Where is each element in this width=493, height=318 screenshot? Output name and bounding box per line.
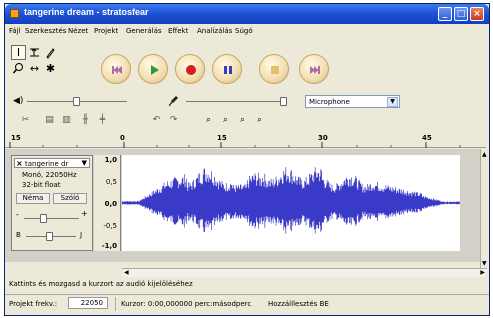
scale-label: 0,0 [104, 200, 117, 208]
menu-view[interactable]: Nézet [68, 27, 88, 35]
scroll-down-icon[interactable]: ▼ [482, 260, 487, 267]
pause-button[interactable] [212, 54, 242, 84]
pan-right-label: J [80, 231, 83, 239]
gain-plus-label: + [81, 209, 88, 218]
speaker-icon: ◀) [13, 96, 24, 106]
menu-project[interactable]: Projekt [94, 27, 118, 35]
track-sample-format: 32-bit float [22, 181, 61, 189]
ruler-label: 45 [422, 134, 432, 142]
scale-label: -1,0 [101, 242, 117, 250]
scale-label: 1,0 [104, 156, 117, 164]
menu-file[interactable]: Fájl [9, 27, 21, 35]
input-source-value: Microphone [309, 98, 350, 106]
redo-icon[interactable]: ↷ [167, 114, 180, 126]
track-name: tangerine dr [25, 160, 69, 168]
track-format: Monó, 22050Hz [22, 171, 77, 179]
gain-slider-thumb[interactable] [40, 214, 47, 223]
scroll-right-icon[interactable]: ▶ [480, 269, 485, 276]
timeline-ruler[interactable]: 15 0 15 30 45 [5, 132, 486, 148]
stop-button[interactable] [259, 54, 289, 84]
track-name-menu[interactable]: × tangerine dr ▼ [14, 158, 90, 168]
zoom-tool-icon[interactable] [11, 61, 26, 76]
pan-left-label: B [16, 231, 21, 239]
skip-start-button[interactable] [101, 54, 131, 84]
output-volume-thumb[interactable] [73, 97, 80, 106]
window-title: tangerine dream - stratosfear [24, 7, 149, 17]
track-close-icon[interactable]: × [16, 159, 23, 168]
skip-end-button[interactable] [299, 54, 329, 84]
envelope-tool-icon[interactable] [27, 45, 42, 60]
menu-bar: Fájl Szerkesztés Nézet Projekt Generálás… [5, 24, 489, 38]
fit-project-icon[interactable]: ⌕ [253, 114, 266, 126]
scale-label: 0,5 [105, 178, 117, 186]
selection-bar: Projekt frekv.: 22050 Kurzor: 0:00,00000… [5, 294, 489, 312]
menu-effect[interactable]: Effekt [168, 27, 188, 35]
undo-icon[interactable]: ↶ [150, 114, 163, 126]
track-area: × tangerine dr ▼ Monó, 22050Hz 32-bit fl… [5, 149, 486, 262]
draw-tool-icon[interactable] [43, 45, 58, 60]
selection-tool-icon[interactable]: I [11, 45, 26, 60]
waveform-path [121, 167, 460, 234]
cursor-position: Kurzor: 0:00,000000 perc:másodperc [121, 300, 252, 308]
ruler-label: 15 [11, 134, 21, 142]
timeshift-tool-icon[interactable]: ↔ [27, 61, 42, 76]
chevron-down-icon[interactable]: ▼ [387, 97, 398, 107]
mute-button[interactable]: Néma [16, 193, 50, 204]
silence-icon[interactable]: ╪ [96, 114, 109, 126]
menu-help[interactable]: Súgó [235, 27, 253, 35]
track-control-panel: × tangerine dr ▼ Monó, 22050Hz 32-bit fl… [11, 155, 93, 251]
tools-toolbar: I ↔ ✱ [11, 43, 65, 89]
input-volume-thumb[interactable] [280, 97, 287, 106]
project-rate-field[interactable]: 22050 [68, 297, 108, 309]
trim-icon[interactable]: ╫ [79, 114, 92, 126]
waveform [121, 167, 460, 234]
skip-start-icon [112, 66, 122, 74]
gain-slider-track[interactable] [24, 218, 79, 219]
fit-selection-icon[interactable]: ⌕ [236, 114, 249, 126]
pan-slider-thumb[interactable] [46, 232, 53, 241]
scale-label: -0,5 [103, 222, 117, 230]
record-icon [186, 65, 196, 75]
record-button[interactable] [175, 54, 205, 84]
status-hint: Kattints és mozgasd a kurzort az audió k… [9, 280, 193, 288]
ruler-label: 15 [217, 134, 227, 142]
pause-icon [224, 66, 232, 74]
audacity-window: tangerine dream - stratosfear _ □ × Fájl… [4, 3, 490, 316]
microphone-icon [168, 95, 179, 110]
divider [115, 297, 116, 311]
input-source-select[interactable]: Microphone ▼ [305, 95, 400, 108]
zoom-in-icon[interactable]: ⌕ [202, 114, 215, 126]
app-icon [10, 9, 19, 18]
paste-icon[interactable]: ▥ [60, 114, 73, 126]
menu-generate[interactable]: Generálás [126, 27, 162, 35]
zoom-out-icon[interactable]: ⌕ [219, 114, 232, 126]
horizontal-scrollbar[interactable]: ◀ ▶ [122, 268, 487, 277]
skip-end-icon [310, 66, 320, 74]
menu-edit[interactable]: Szerkesztés [25, 27, 66, 35]
title-bar[interactable]: tangerine dream - stratosfear _ □ × [5, 4, 489, 24]
minimize-button[interactable]: _ [438, 7, 452, 21]
solo-button[interactable]: Szóló [53, 193, 87, 204]
ruler-label: 30 [318, 134, 328, 142]
vertical-scrollbar[interactable]: ▲ ▼ [480, 149, 489, 269]
snap-status: Hozzáillesztés BE [268, 300, 329, 308]
maximize-button[interactable]: □ [454, 7, 468, 21]
scroll-up-icon[interactable]: ▲ [482, 151, 487, 158]
play-button[interactable] [138, 54, 168, 84]
input-volume-track[interactable] [186, 101, 286, 102]
play-icon [151, 65, 159, 75]
close-button[interactable]: × [470, 7, 484, 21]
copy-icon[interactable]: ▤ [43, 114, 56, 126]
ruler-label: 0 [120, 134, 125, 142]
project-rate-label: Projekt frekv.: [9, 300, 58, 308]
cut-icon[interactable]: ✂ [19, 114, 32, 126]
waveform-display[interactable] [121, 155, 460, 251]
stop-icon [271, 66, 279, 74]
scroll-left-icon[interactable]: ◀ [124, 269, 129, 276]
multi-tool-icon[interactable]: ✱ [43, 61, 58, 76]
chevron-down-icon[interactable]: ▼ [82, 159, 87, 167]
amplitude-scale: 1,0 0,5 0,0 -0,5 -1,0 [94, 155, 121, 251]
gain-minus-label: - [16, 210, 19, 219]
menu-analyze[interactable]: Analízálás [197, 27, 232, 35]
